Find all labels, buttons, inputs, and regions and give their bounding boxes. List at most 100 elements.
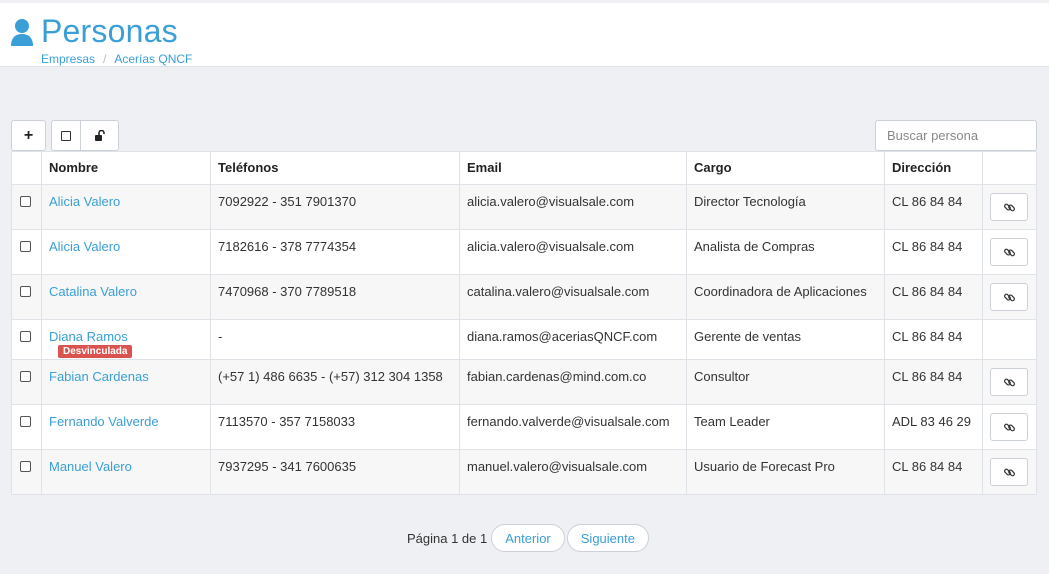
person-name-link[interactable]: Fernando Valverde xyxy=(49,414,159,429)
row-checkbox[interactable] xyxy=(20,286,31,297)
row-checkbox[interactable] xyxy=(20,461,31,472)
column-header-email[interactable]: Email xyxy=(459,151,687,185)
cargo-cell: Consultor xyxy=(686,359,885,405)
name-cell: Manuel Valero xyxy=(41,449,211,495)
row-checkbox[interactable] xyxy=(20,241,31,252)
column-header-telefonos[interactable]: Teléfonos xyxy=(210,151,460,185)
link-button[interactable] xyxy=(990,283,1028,311)
table-row: Diana RamosDesvinculada - diana.ramos@acer… xyxy=(11,319,1037,360)
page-title: Personas xyxy=(41,13,178,49)
actions-cell xyxy=(982,229,1037,275)
breadcrumb-item-empresas[interactable]: Empresas xyxy=(41,52,95,66)
table-row: Fabian Cardenas (+57 1) 486 6635 - (+57) … xyxy=(11,359,1037,405)
select-all-button[interactable] xyxy=(51,120,81,151)
checkbox-icon xyxy=(61,130,71,141)
breadcrumb: Empresas / Acerías QNCF xyxy=(41,52,192,66)
column-header-direccion[interactable]: Dirección xyxy=(884,151,983,185)
row-select-cell xyxy=(11,359,42,405)
phones-cell: - xyxy=(210,319,460,360)
breadcrumb-item-company[interactable]: Acerías QNCF xyxy=(114,52,192,66)
selection-button-group xyxy=(51,120,119,151)
link-icon xyxy=(1003,293,1015,301)
direccion-cell: ADL 83 46 29 xyxy=(884,404,983,450)
page-header: Personas Empresas / Acerías QNCF xyxy=(0,3,1049,67)
breadcrumb-separator: / xyxy=(103,52,107,66)
actions-cell xyxy=(982,359,1037,405)
name-cell: Fernando Valverde xyxy=(41,404,211,450)
table-row: Alicia Valero 7182616 - 378 7774354 alicia… xyxy=(11,229,1037,275)
search-person-input[interactable] xyxy=(875,120,1037,151)
link-button[interactable] xyxy=(990,193,1028,221)
link-icon xyxy=(1003,203,1015,211)
person-name-link[interactable]: Fabian Cardenas xyxy=(49,369,149,384)
link-icon xyxy=(1003,468,1015,476)
actions-cell xyxy=(982,404,1037,450)
table-row: Catalina Valero 7470968 - 370 7789518 cata… xyxy=(11,274,1037,320)
link-icon xyxy=(1003,423,1015,431)
row-select-cell xyxy=(11,184,42,230)
link-button[interactable] xyxy=(990,238,1028,266)
actions-cell xyxy=(982,319,1037,360)
email-cell: alicia.valero@visualsale.com xyxy=(459,184,687,230)
link-button[interactable] xyxy=(990,368,1028,396)
previous-page-button[interactable]: Anterior xyxy=(491,524,565,552)
cargo-cell: Usuario de Forecast Pro xyxy=(686,449,885,495)
phones-cell: 7182616 - 378 7774354 xyxy=(210,229,460,275)
cargo-cell: Gerente de ventas xyxy=(686,319,885,360)
row-checkbox[interactable] xyxy=(20,331,31,342)
email-cell: fabian.cardenas@mind.com.co xyxy=(459,359,687,405)
email-cell: catalina.valero@visualsale.com xyxy=(459,274,687,320)
row-select-cell xyxy=(11,319,42,360)
row-checkbox[interactable] xyxy=(20,416,31,427)
name-cell: Diana RamosDesvinculada xyxy=(41,319,211,360)
unlock-icon xyxy=(94,129,105,141)
direccion-cell: CL 86 84 84 xyxy=(884,319,983,360)
page-info: Página 1 de 1 xyxy=(407,530,488,546)
cargo-cell: Coordinadora de Aplicaciones xyxy=(686,274,885,320)
table-row: Manuel Valero 7937295 - 341 7600635 manuel… xyxy=(11,449,1037,495)
toolbar: + xyxy=(11,120,119,151)
table-header-row: Nombre Teléfonos Email Cargo Dirección xyxy=(11,151,1037,185)
row-select-cell xyxy=(11,274,42,320)
row-checkbox[interactable] xyxy=(20,371,31,382)
person-name-link[interactable]: Manuel Valero xyxy=(49,459,132,474)
persons-table: Nombre Teléfonos Email Cargo Dirección A… xyxy=(11,151,1037,495)
row-select-cell xyxy=(11,229,42,275)
direccion-cell: CL 86 84 84 xyxy=(884,449,983,495)
person-name-link[interactable]: Alicia Valero xyxy=(49,194,120,209)
title-row: Personas xyxy=(11,13,178,50)
column-header-actions xyxy=(982,151,1037,185)
direccion-cell: CL 86 84 84 xyxy=(884,359,983,405)
direccion-cell: CL 86 84 84 xyxy=(884,229,983,275)
link-button[interactable] xyxy=(990,413,1028,441)
row-checkbox[interactable] xyxy=(20,196,31,207)
link-icon xyxy=(1003,248,1015,256)
status-badge: Desvinculada xyxy=(58,345,133,358)
direccion-cell: CL 86 84 84 xyxy=(884,274,983,320)
email-cell: diana.ramos@aceriasQNCF.com xyxy=(459,319,687,360)
column-header-nombre[interactable]: Nombre xyxy=(41,151,211,185)
person-name-link[interactable]: Alicia Valero xyxy=(49,239,120,254)
column-header-select xyxy=(11,151,42,185)
column-header-cargo[interactable]: Cargo xyxy=(686,151,885,185)
user-icon xyxy=(11,18,33,46)
next-page-button[interactable]: Siguiente xyxy=(566,524,649,552)
direccion-cell: CL 86 84 84 xyxy=(884,184,983,230)
link-button[interactable] xyxy=(990,458,1028,486)
phones-cell: 7470968 - 370 7789518 xyxy=(210,274,460,320)
person-name-link[interactable]: Diana Ramos xyxy=(49,329,128,344)
table-row: Fernando Valverde 7113570 - 357 7158033 fe… xyxy=(11,404,1037,450)
unlock-button[interactable] xyxy=(81,120,119,151)
email-cell: alicia.valero@visualsale.com xyxy=(459,229,687,275)
cargo-cell: Director Tecnología xyxy=(686,184,885,230)
row-select-cell xyxy=(11,449,42,495)
person-name-link[interactable]: Catalina Valero xyxy=(49,284,137,299)
name-cell: Fabian Cardenas xyxy=(41,359,211,405)
phones-cell: (+57 1) 486 6635 - (+57) 312 304 1358 xyxy=(210,359,460,405)
pagination: Página 1 de 1 Anterior Siguiente xyxy=(407,524,649,552)
name-cell: Alicia Valero xyxy=(41,184,211,230)
add-person-button[interactable]: + xyxy=(11,120,46,151)
name-cell: Catalina Valero xyxy=(41,274,211,320)
row-select-cell xyxy=(11,404,42,450)
table-row: Alicia Valero 7092922 - 351 7901370 alicia… xyxy=(11,184,1037,230)
